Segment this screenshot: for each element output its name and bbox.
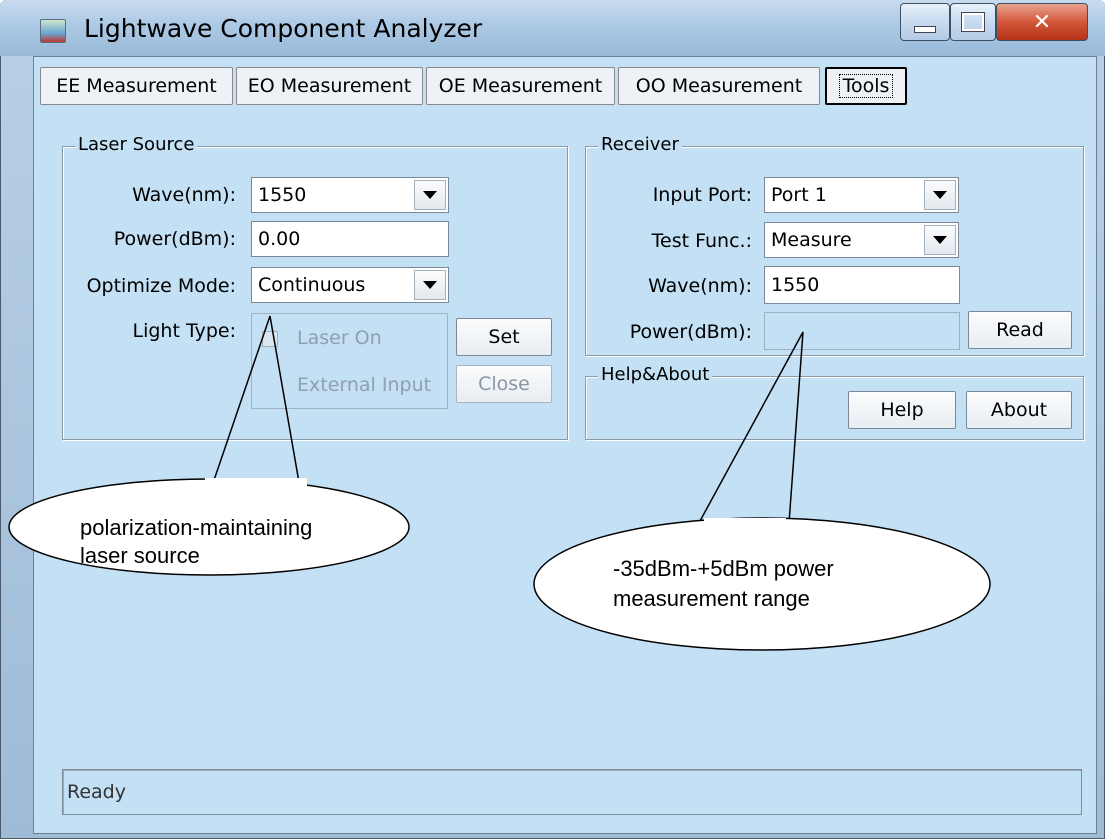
annotation-layer xyxy=(8,315,991,651)
right-callout-line2: measurement range xyxy=(613,586,810,611)
left-callout-joint xyxy=(205,478,307,490)
right-callout-joint xyxy=(704,518,786,530)
left-callout-line2: laser source xyxy=(80,543,200,568)
right-callout-line1: -35dBm-+5dBm power xyxy=(613,556,834,581)
left-callout-pointer xyxy=(211,315,301,489)
right-callout-pointer xyxy=(699,331,804,524)
left-callout-line1: polarization-maintaining xyxy=(80,515,313,540)
right-callout-bubble xyxy=(533,517,991,651)
